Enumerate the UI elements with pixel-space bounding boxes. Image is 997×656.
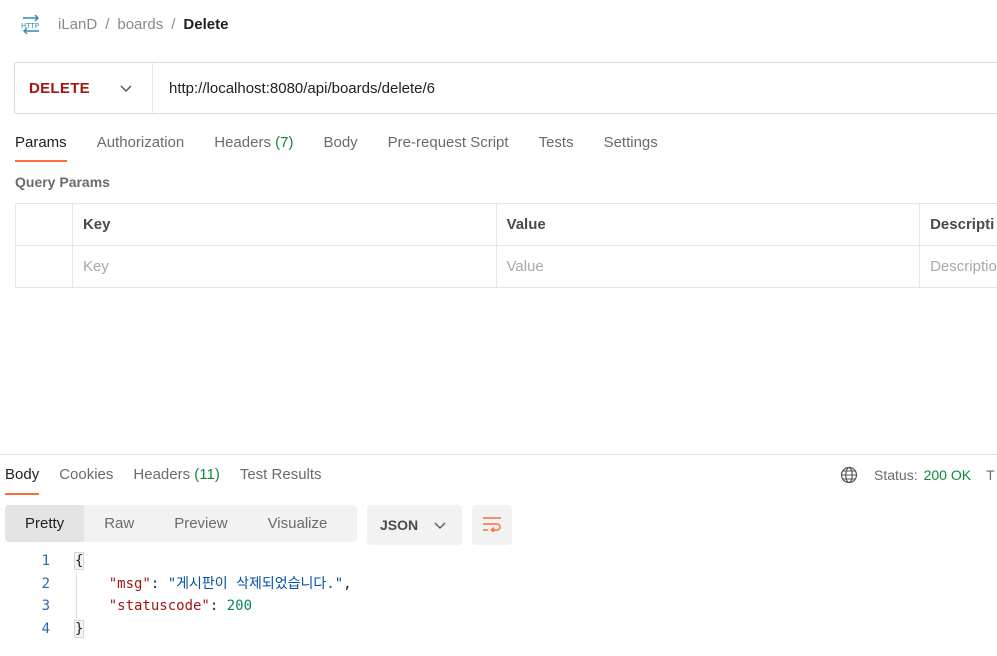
- tab-label: Settings: [603, 134, 658, 151]
- tab-label: Pre-request Script: [387, 134, 509, 151]
- tab-label: Body: [5, 466, 40, 483]
- line-number: 2: [41, 575, 50, 592]
- view-preview-button[interactable]: Preview: [154, 505, 247, 542]
- response-headers-count: (11): [194, 466, 220, 483]
- column-key-header: Key: [73, 204, 497, 245]
- chevron-down-icon: [120, 80, 132, 96]
- json-key: "statuscode": [108, 598, 210, 614]
- response-tabs: Body Cookies Headers (11) Test Results: [5, 462, 342, 495]
- wrap-lines-button[interactable]: [472, 505, 512, 545]
- tab-label: Params: [15, 134, 67, 151]
- line-number: 1: [41, 553, 50, 569]
- view-mode-group: Pretty Raw Preview Visualize: [5, 505, 357, 542]
- json-number-value: 200: [226, 598, 253, 614]
- time-label: T: [986, 467, 995, 483]
- code-line: 1 {: [0, 550, 997, 573]
- tab-pre-request-script[interactable]: Pre-request Script: [388, 130, 509, 162]
- column-description-header: Descripti: [930, 216, 995, 233]
- code-line: 4 }: [0, 618, 997, 641]
- svg-text:HTTP: HTTP: [21, 22, 39, 30]
- key-input[interactable]: Key: [73, 246, 497, 287]
- request-name[interactable]: Delete: [183, 16, 228, 33]
- response-tab-test-results[interactable]: Test Results: [240, 462, 322, 495]
- params-table: Key Value Descripti Key Value Descriptio: [15, 203, 997, 288]
- url-input[interactable]: http://localhost:8080/api/boards/delete/…: [153, 80, 435, 97]
- breadcrumb-separator: /: [105, 15, 110, 33]
- json-brace: }: [73, 619, 85, 638]
- status-label: Status:: [874, 467, 918, 483]
- request-tabs: Params Authorization Headers (7) Body Pr…: [15, 130, 688, 162]
- tab-label: Cookies: [59, 466, 114, 483]
- view-visualize-button[interactable]: Visualize: [248, 505, 348, 542]
- table-header-row: Key Value Descripti: [16, 204, 997, 246]
- json-key: "msg": [108, 575, 151, 592]
- response-tab-cookies[interactable]: Cookies: [59, 462, 113, 495]
- tab-authorization[interactable]: Authorization: [97, 130, 185, 162]
- code-line: 3 "statuscode": 200: [0, 595, 997, 618]
- view-raw-button[interactable]: Raw: [84, 505, 154, 542]
- line-number: 3: [41, 598, 50, 614]
- column-value-header: Value: [497, 204, 921, 245]
- method-label: DELETE: [29, 79, 90, 97]
- tab-params[interactable]: Params: [15, 130, 67, 162]
- value-input[interactable]: Value: [497, 246, 921, 287]
- tab-label: Headers: [133, 466, 191, 483]
- wrap-lines-icon: [482, 516, 502, 535]
- response-tab-body[interactable]: Body: [5, 462, 40, 495]
- code-line: 2 "msg": "게시판이 삭제되었습니다.",: [0, 573, 997, 596]
- response-tab-headers[interactable]: Headers (11): [133, 462, 219, 495]
- breadcrumb-workspace[interactable]: iLanD: [58, 16, 97, 33]
- headers-count: (7): [275, 134, 294, 151]
- response-status: Status: 200 OK T: [840, 464, 995, 486]
- view-pretty-button[interactable]: Pretty: [5, 505, 85, 542]
- json-string-value: "게시판이 삭제되었습니다.": [167, 575, 344, 592]
- status-value[interactable]: 200 OK: [924, 467, 971, 483]
- tab-tests[interactable]: Tests: [539, 130, 574, 162]
- format-select[interactable]: JSON: [367, 505, 462, 545]
- line-number: 4: [41, 620, 50, 637]
- breadcrumb-collection[interactable]: boards: [117, 16, 163, 33]
- tab-label: Headers: [214, 134, 271, 151]
- description-input[interactable]: Descriptio: [920, 246, 997, 287]
- chevron-down-icon: [434, 517, 446, 533]
- table-header-cell: [16, 204, 73, 245]
- breadcrumb-separator: /: [171, 15, 176, 33]
- query-params-title: Query Params: [15, 174, 110, 190]
- tab-label: Tests: [538, 134, 574, 151]
- breadcrumb: HTTP iLanD / boards / Delete: [20, 12, 228, 36]
- row-checkbox-cell: [16, 246, 73, 287]
- response-divider: [0, 454, 997, 455]
- table-row: Key Value Descriptio: [16, 246, 997, 288]
- tab-label: Test Results: [239, 466, 322, 483]
- url-bar: DELETE http://localhost:8080/api/boards/…: [14, 62, 997, 114]
- response-body: 1 { 2 "msg": "게시판이 삭제되었습니다.", 3 "statusc…: [0, 550, 997, 640]
- tab-label: Body: [323, 134, 358, 151]
- tab-headers[interactable]: Headers (7): [214, 130, 293, 162]
- http-icon: HTTP: [20, 14, 42, 34]
- tab-settings[interactable]: Settings: [604, 130, 658, 162]
- globe-icon[interactable]: [840, 466, 858, 484]
- format-label: JSON: [380, 517, 419, 533]
- method-select[interactable]: DELETE: [15, 63, 153, 113]
- tab-body[interactable]: Body: [323, 130, 357, 162]
- json-brace: {: [73, 552, 85, 570]
- tab-label: Authorization: [96, 134, 185, 151]
